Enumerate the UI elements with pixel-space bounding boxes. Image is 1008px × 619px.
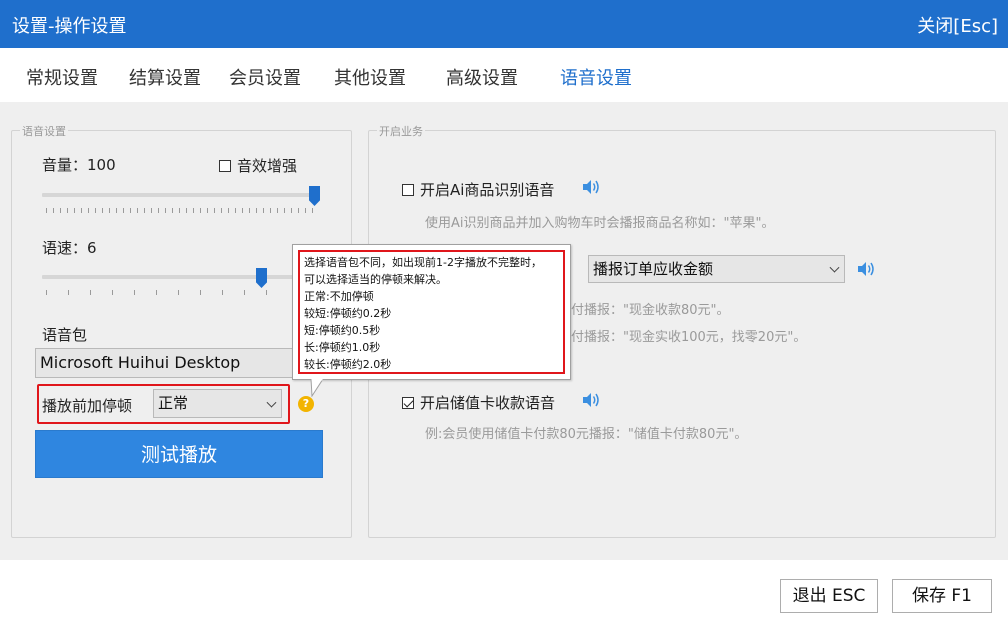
sound-enhance-checkbox[interactable]: 音效增强 [219, 155, 297, 176]
speaker-icon[interactable] [581, 391, 601, 409]
order-amount-value: 播报订单应收金额 [593, 260, 714, 278]
tooltip-line: 可以选择适当的停顿来解决。 [304, 273, 447, 286]
tooltip-pointer [310, 379, 324, 397]
sound-enhance-label: 音效增强 [237, 157, 298, 175]
tooltip-line: 长:停顿约1.0秒 [304, 341, 381, 354]
ai-voice-hint: 使用Ai识别商品并加入购物车时会播报商品名称如："苹果"。 [425, 216, 775, 231]
test-play-button[interactable]: 测试播放 [35, 430, 323, 478]
help-icon[interactable]: ? [298, 396, 314, 412]
title-bar: 设置-操作设置 关闭[Esc] [0, 0, 1008, 48]
order-amount-select[interactable]: 播报订单应收金额 [588, 255, 845, 283]
stored-card-voice-label: 开启储值卡收款语音 [420, 394, 556, 412]
stored-card-voice-checkbox[interactable]: 开启储值卡收款语音 [402, 392, 555, 413]
stored-card-voice-box[interactable] [402, 397, 414, 409]
pause-select[interactable]: 正常 [153, 389, 282, 418]
pause-help-tooltip: 选择语音包不同，如出现前1-2字播放不完整时， 可以选择适当的停顿来解决。 正常… [292, 244, 571, 380]
volume-slider-track[interactable] [42, 193, 320, 197]
close-button[interactable]: 关闭[Esc] [917, 12, 998, 38]
tab-bar: 常规设置 结算设置 会员设置 其他设置 高级设置 语音设置 [0, 48, 1008, 102]
tooltip-line: 正常:不加停顿 [304, 290, 374, 303]
tooltip-line: 较短:停顿约0.2秒 [304, 307, 392, 320]
sound-enhance-box[interactable] [219, 160, 231, 172]
speed-slider-track[interactable] [42, 275, 320, 279]
business-legend: 开启业务 [377, 123, 425, 139]
volume-slider-ticks [46, 208, 316, 213]
volume-label: 音量：100 [42, 156, 116, 174]
voice-pack-value: Microsoft Huihui Desktop [40, 353, 241, 372]
tooltip-line: 选择语音包不同，如出现前1-2字播放不完整时， [304, 256, 542, 269]
speaker-icon[interactable] [856, 260, 876, 278]
pause-value: 正常 [158, 394, 189, 412]
tab-other[interactable]: 其他设置 [334, 64, 406, 90]
tooltip-line: 较长:停顿约2.0秒 [304, 358, 392, 371]
exit-button[interactable]: 退出 ESC [780, 579, 878, 613]
chevron-down-icon [266, 397, 277, 408]
tab-checkout[interactable]: 结算设置 [129, 64, 201, 90]
order-amount-hint-1: 付播报："现金收款80元"。 [571, 303, 730, 318]
ai-voice-label: 开启Ai商品识别语音 [420, 181, 555, 199]
speed-label: 语速：6 [42, 239, 97, 257]
tab-member[interactable]: 会员设置 [229, 64, 301, 90]
ai-voice-box[interactable] [402, 184, 414, 196]
chevron-down-icon [829, 262, 840, 273]
speaker-icon[interactable] [581, 178, 601, 196]
tab-voice[interactable]: 语音设置 [560, 64, 632, 90]
voice-pack-label: 语音包 [42, 326, 88, 344]
ai-voice-checkbox[interactable]: 开启Ai商品识别语音 [402, 179, 554, 200]
pause-label: 播放前加停顿 [42, 397, 133, 415]
window-title: 设置-操作设置 [12, 16, 127, 37]
voice-pack-select[interactable]: Microsoft Huihui Desktop [35, 348, 293, 378]
save-button[interactable]: 保存 F1 [892, 579, 992, 613]
stored-card-voice-hint: 例:会员使用储值卡付款80元播报："储值卡付款80元"。 [425, 427, 748, 442]
voice-settings-legend: 语音设置 [20, 123, 68, 139]
tab-general[interactable]: 常规设置 [26, 64, 98, 90]
order-amount-hint-2: 付播报："现金实收100元，找零20元"。 [571, 330, 807, 345]
tooltip-line: 短:停顿约0.5秒 [304, 324, 381, 337]
tab-advanced[interactable]: 高级设置 [446, 64, 518, 90]
speed-slider-ticks [46, 290, 286, 295]
